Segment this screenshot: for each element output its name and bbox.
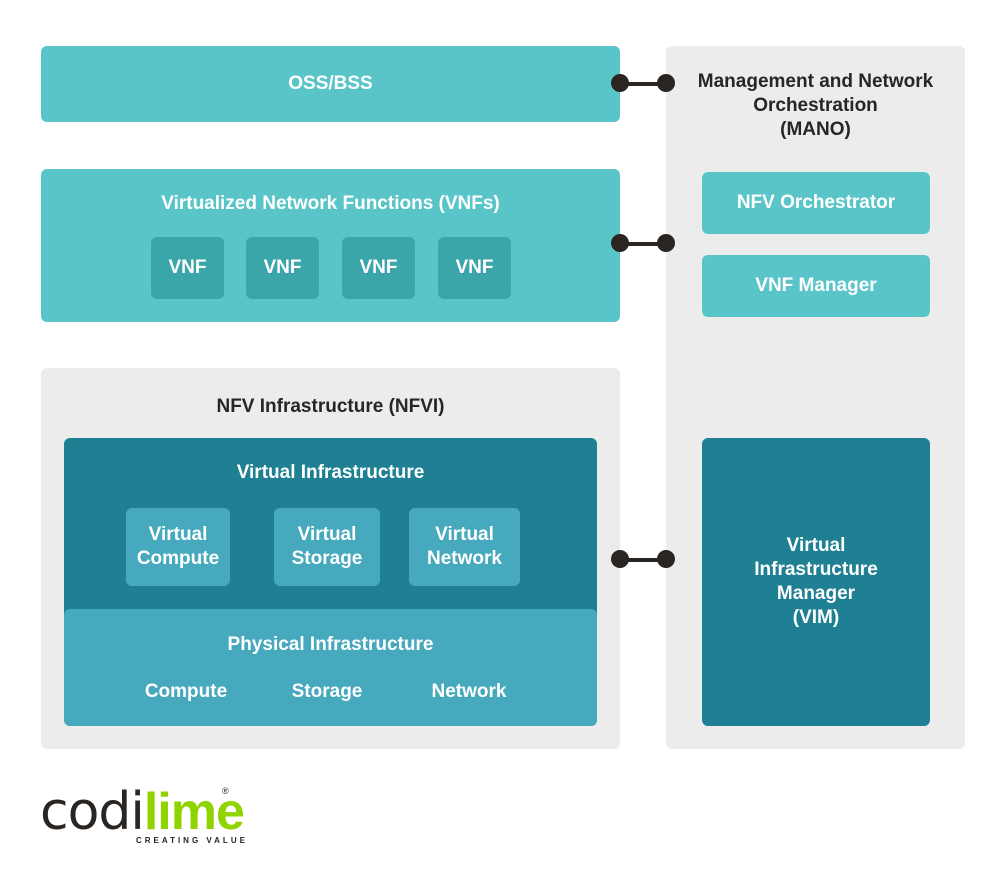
mano-title-line3: (MANO) [780, 119, 851, 140]
codilime-logo: codilime ® CREATING VALUE [40, 786, 245, 850]
connector-dot-icon [611, 234, 629, 252]
vim-block: Virtual Infrastructure Manager (VIM) [702, 438, 930, 726]
vim-line4: (VIM) [792, 607, 840, 628]
oss-bss-block: OSS/BSS [41, 46, 620, 122]
nfvi-title: NFV Infrastructure (NFVI) [216, 396, 445, 417]
connector-nfvi-vim [611, 550, 675, 570]
mano-title: Management and Network Orchestration (MA… [666, 68, 965, 144]
physical-compute-label: Compute [144, 681, 228, 702]
vim-line2: Infrastructure [754, 559, 878, 580]
vnf-item: VNF [151, 237, 224, 299]
logo-wordmark: codilime [40, 786, 245, 838]
connector-oss-mano [611, 74, 675, 94]
vnf-item: VNF [438, 237, 511, 299]
nfv-orchestrator-block: NFV Orchestrator [702, 172, 930, 234]
virtual-storage-line2: Storage [291, 548, 363, 569]
vnf-item: VNF [342, 237, 415, 299]
physical-infrastructure-title: Physical Infrastructure [227, 634, 434, 655]
virtual-network-box: Virtual Network [409, 508, 520, 586]
virtual-storage-box: Virtual Storage [274, 508, 380, 586]
vim-line3: Manager [776, 583, 856, 604]
vim-line1: Virtual [786, 535, 846, 556]
vnfs-block: Virtualized Network Functions (VNFs) VNF… [41, 169, 620, 322]
physical-network-label: Network [431, 681, 507, 702]
logo-codi: codi [40, 782, 145, 842]
physical-storage-label: Storage [291, 681, 363, 702]
connector-dot-icon [657, 74, 675, 92]
logo-tagline: CREATING VALUE [136, 836, 248, 845]
connector-dot-icon [657, 234, 675, 252]
mano-title-line2: Orchestration [753, 95, 878, 116]
registered-icon: ® [222, 786, 229, 796]
connector-dot-icon [611, 74, 629, 92]
vnfs-title: Virtualized Network Functions (VNFs) [161, 193, 500, 214]
virtual-compute-line2: Compute [136, 548, 220, 569]
connector-dot-icon [611, 550, 629, 568]
nfvi-panel: NFV Infrastructure (NFVI) Virtual Infras… [41, 368, 620, 749]
virtual-infrastructure-title: Virtual Infrastructure [236, 462, 425, 483]
connector-vnfs-mano [611, 234, 675, 254]
mano-title-line1: Management and Network [697, 71, 934, 92]
virtual-network-line2: Network [427, 548, 502, 569]
physical-infrastructure-block: Physical Infrastructure Compute Storage … [64, 609, 597, 726]
mano-panel: Management and Network Orchestration (MA… [666, 46, 965, 749]
connector-dot-icon [657, 550, 675, 568]
vnf-item: VNF [246, 237, 319, 299]
virtual-compute-box: Virtual Compute [126, 508, 230, 586]
virtual-network-line1: Virtual [435, 524, 494, 545]
virtual-compute-line1: Virtual [148, 524, 208, 545]
virtual-storage-line1: Virtual [297, 524, 357, 545]
oss-bss-label: OSS/BSS [288, 73, 373, 94]
vnf-manager-block: VNF Manager [702, 255, 930, 317]
